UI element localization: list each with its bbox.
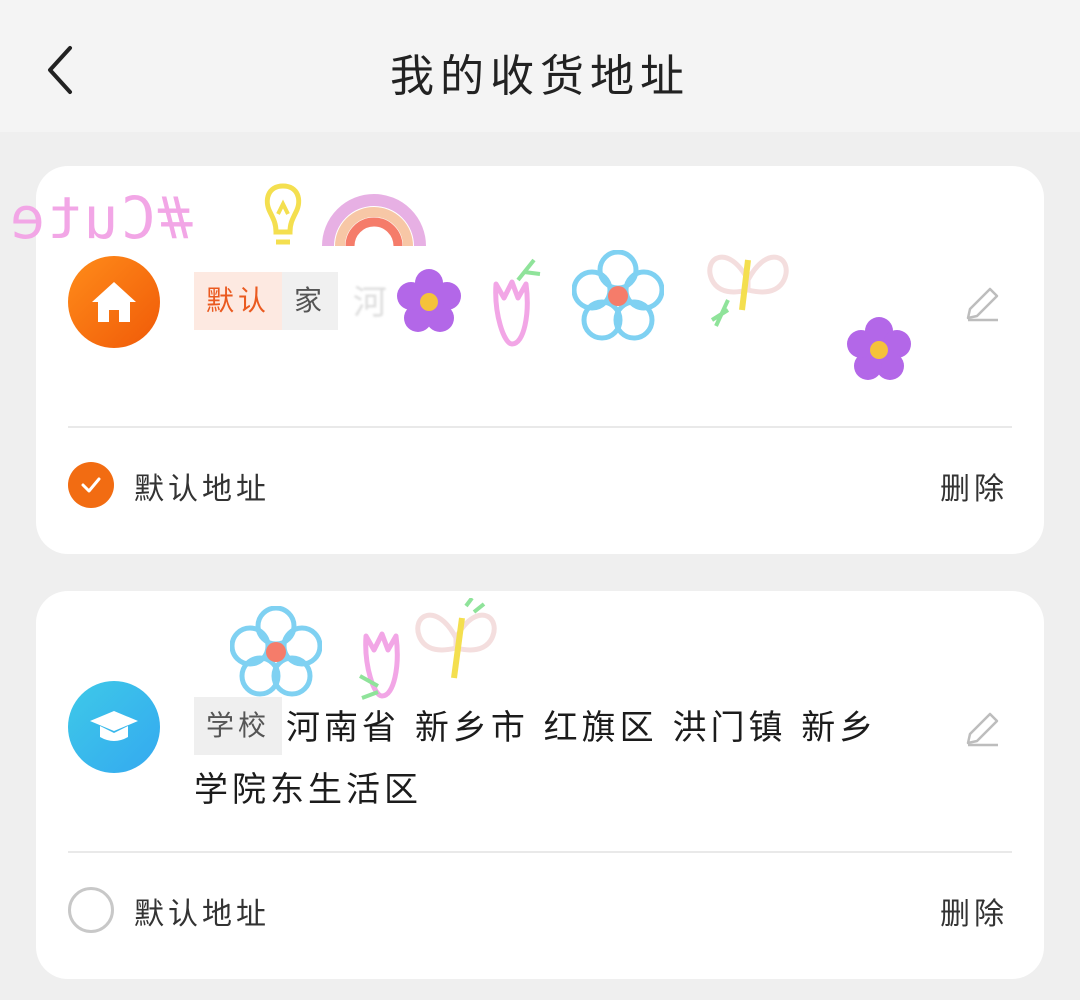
delete-button[interactable]: 删除 bbox=[940, 464, 1008, 508]
address-card[interactable]: 学校 河南省 新乡市 红旗区 洪门镇 新乡学院东生活区 默认地址 删除 bbox=[36, 591, 1044, 979]
graduation-cap-icon bbox=[68, 681, 160, 773]
home-tag: 家 bbox=[282, 272, 339, 330]
school-tag: 学校 bbox=[194, 697, 283, 755]
cute-sticker-text: #Cute bbox=[8, 184, 193, 252]
edit-button[interactable] bbox=[960, 282, 1004, 326]
default-label: 默认地址 bbox=[134, 472, 270, 507]
address-text: 学校 河南省 新乡市 红旗区 洪门镇 新乡学院东生活区 bbox=[194, 697, 894, 821]
check-icon bbox=[81, 477, 101, 493]
page-title: 我的收货地址 bbox=[390, 51, 690, 102]
pencil-icon bbox=[966, 287, 999, 322]
edit-button[interactable] bbox=[960, 707, 1004, 751]
default-checkbox[interactable] bbox=[68, 887, 114, 933]
home-icon bbox=[68, 256, 160, 348]
address-line: 河 bbox=[352, 283, 391, 323]
default-label: 默认地址 bbox=[134, 897, 270, 932]
divider bbox=[68, 426, 1012, 428]
address-line: 河南省 新乡市 红旗区 洪门镇 新乡学院东生活区 bbox=[194, 708, 878, 810]
address-text: 默认家 河 bbox=[194, 272, 894, 334]
top-bar: 我的收货地址 bbox=[0, 0, 1080, 132]
delete-button[interactable]: 删除 bbox=[940, 889, 1008, 933]
default-checkbox[interactable] bbox=[68, 462, 114, 508]
pencil-icon bbox=[966, 712, 999, 747]
divider bbox=[68, 851, 1012, 853]
default-tag: 默认 bbox=[194, 272, 283, 330]
